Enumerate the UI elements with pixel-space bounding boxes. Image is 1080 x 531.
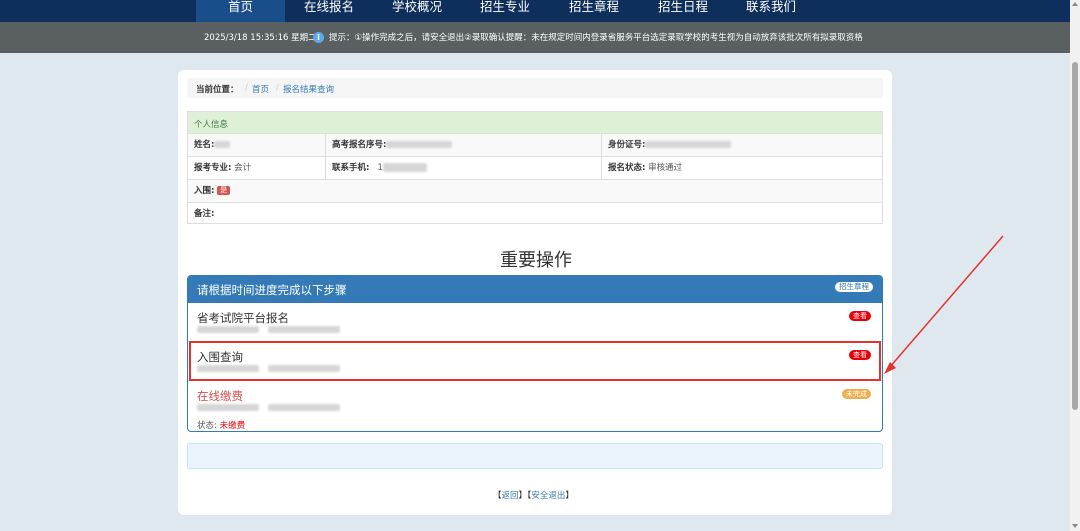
scroll-down-icon[interactable] <box>1072 524 1078 528</box>
bracket: 】 <box>518 491 528 501</box>
info-alert-box <box>187 443 883 469</box>
logout-link[interactable]: 安全退出 <box>531 491 565 501</box>
arrow-head <box>884 362 896 374</box>
bracket: 】 <box>565 491 574 501</box>
bracket: 【 <box>493 491 502 501</box>
arrow-line <box>888 235 1004 369</box>
footer-links: 【返回】【安全退出】 <box>493 489 574 501</box>
back-link[interactable]: 返回 <box>502 491 519 501</box>
scrollbar-thumb[interactable] <box>1072 62 1078 410</box>
scroll-up-icon[interactable] <box>1072 2 1078 6</box>
scrollbar[interactable] <box>1070 0 1080 531</box>
